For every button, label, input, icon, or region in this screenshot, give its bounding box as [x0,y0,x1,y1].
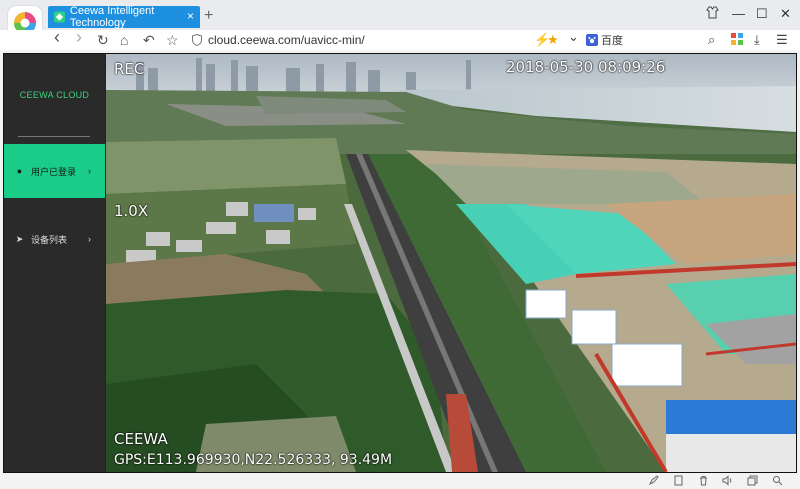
favorite-button[interactable]: ☆ [166,32,179,48]
browser-window: Ceewa Intelligent Technology × + — ☐ ✕ ‹… [0,0,800,489]
window-icon[interactable] [747,475,758,489]
dropdown-icon[interactable]: ⌄ [568,29,579,45]
download-icon[interactable]: ⤓ [754,32,760,48]
sidebar: CEEWA CLOUD ● 用户已登录 › ➤ 设备列表 › [4,54,105,472]
home-button[interactable]: ⌂ [120,32,128,48]
close-window-button[interactable]: ✕ [780,6,791,22]
address-url[interactable]: cloud.ceewa.com/uavicc-min/ [208,33,365,47]
sidebar-item-label: 设备列表 [31,234,68,245]
user-icon: ● [16,166,23,176]
search-box[interactable]: 百度 [586,31,726,49]
navigation-bar: ‹ › ↻ ⌂ ↶ ☆ cloud.ceewa.com/uavicc-min/ … [0,28,800,50]
star-icon[interactable]: ★ [547,32,559,48]
tab-title: Ceewa Intelligent Technology [69,5,155,29]
sidebar-item-label: 用户已登录 [31,166,77,177]
maximize-button[interactable]: ☐ [756,6,768,22]
tab-close-icon[interactable]: × [187,9,194,23]
ceewa-favicon-icon [54,11,65,23]
undo-close-button[interactable]: ↶ [143,32,155,48]
search-engine-label: 百度 [601,35,623,47]
zoom-search-icon[interactable] [772,475,783,489]
baidu-icon [586,34,598,46]
shield-icon [192,34,202,46]
sidebar-divider [18,136,90,137]
skin-icon[interactable] [706,6,719,23]
address-bar[interactable]: cloud.ceewa.com/uavicc-min/ [192,31,530,49]
menu-icon[interactable]: ☰ [776,32,788,48]
tab-strip: Ceewa Intelligent Technology × + — ☐ ✕ [0,0,800,40]
aerial-scene [106,54,796,472]
new-tab-button[interactable]: + [204,8,213,24]
rec-indicator: REC [114,60,145,78]
tablet-icon[interactable] [673,475,684,489]
tab-ceewa[interactable]: Ceewa Intelligent Technology × [48,5,200,29]
minimize-button[interactable]: — [732,6,745,22]
back-button[interactable]: ‹ [54,28,60,46]
apps-icon[interactable] [731,33,743,49]
search-icon[interactable]: ⌕ [708,32,715,48]
sidebar-item-user[interactable]: ● 用户已登录 › [4,144,105,198]
chevron-right-icon: › [88,234,91,244]
reload-button[interactable]: ↻ [97,32,109,48]
page-content: CEEWA CLOUD ● 用户已登录 › ➤ 设备列表 › REC 2018-… [3,53,797,473]
speaker-icon[interactable] [722,475,734,489]
video-timestamp: 2018-05-30 08:09:26 [506,58,666,76]
status-bar [0,474,800,489]
sidebar-item-devices[interactable]: ➤ 设备列表 › [4,212,105,266]
rocket-icon[interactable] [648,475,659,489]
forward-button[interactable]: › [76,28,82,46]
gps-readout: GPS:E113.969930,N22.526333, 93.49M [114,452,393,468]
zoom-level: 1.0X [114,202,149,220]
trash-icon[interactable] [698,475,709,489]
send-icon: ➤ [15,233,24,244]
video-watermark: CEEWA [114,430,168,448]
drone-video-feed[interactable]: REC 2018-05-30 08:09:26 1.0X CEEWA GPS:E… [106,54,796,472]
brand-title: CEEWA CLOUD [19,90,90,100]
chevron-right-icon: › [88,166,91,176]
